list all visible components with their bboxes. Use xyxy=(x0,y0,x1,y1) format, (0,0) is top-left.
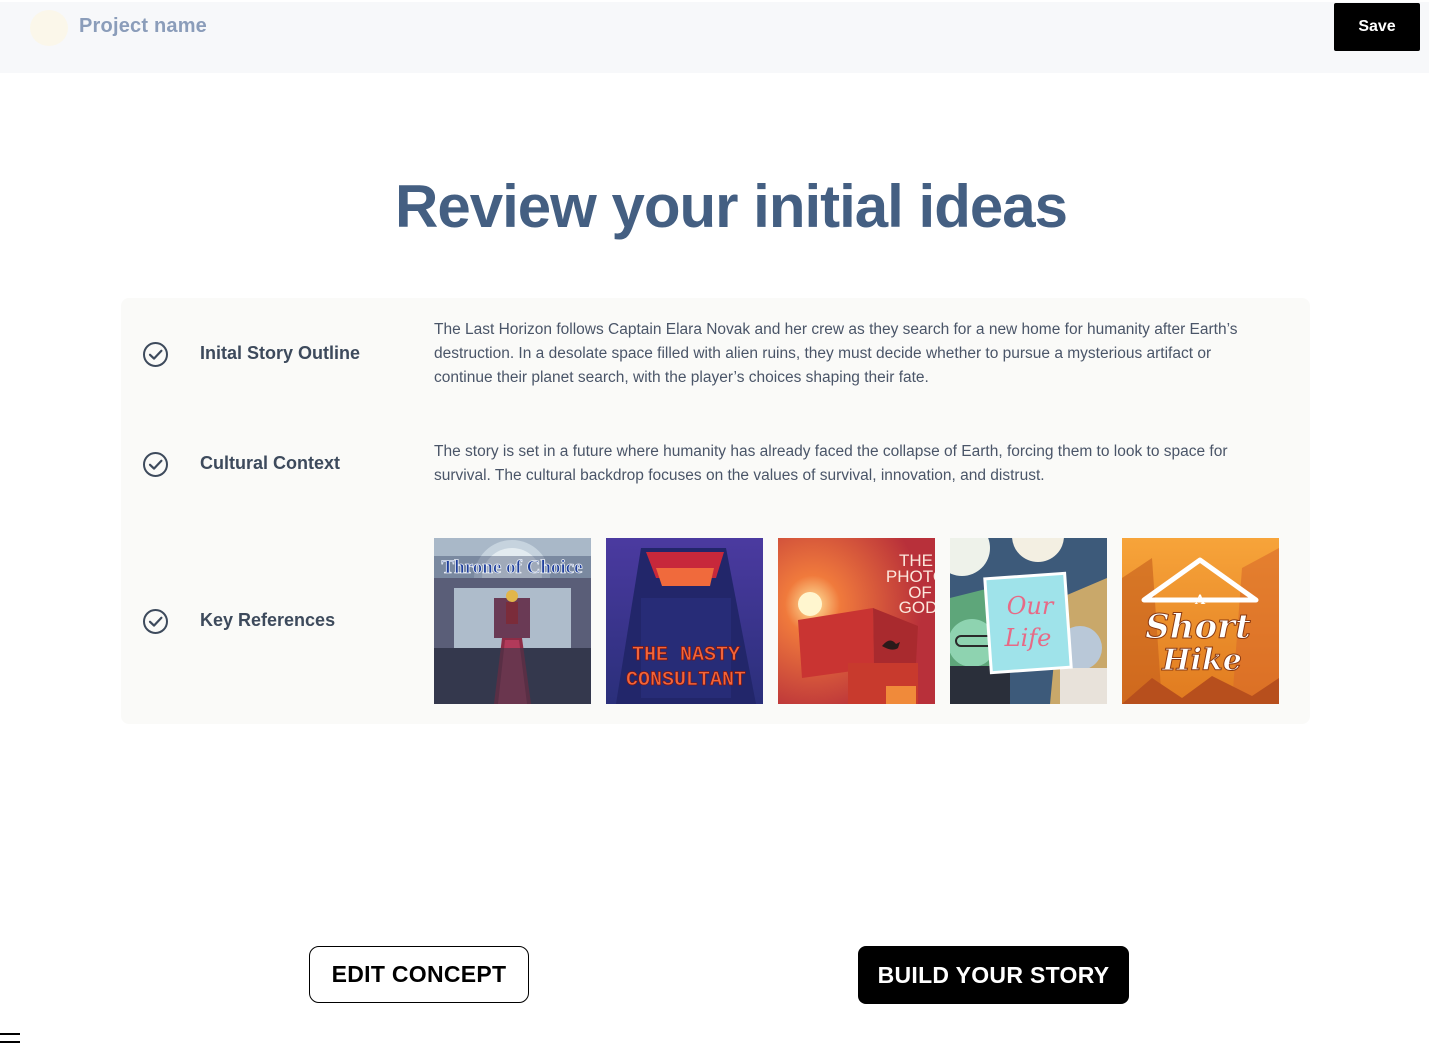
reference-thumbnail[interactable]: Our Life xyxy=(950,538,1107,704)
thumb-title-line4: GOD xyxy=(899,598,935,617)
thumb-title-line2: Short xyxy=(1145,607,1251,647)
our-life-cover: Our Life xyxy=(950,538,1107,704)
thumb-title-line1: THE NASTY xyxy=(632,644,740,667)
throne-of-choice-cover: Throne of Choice xyxy=(434,538,591,704)
reference-thumbnails: Throne of Choice THE NASTY CONSULTANT TH… xyxy=(434,538,1279,704)
nasty-consultant-cover: THE NASTY CONSULTANT xyxy=(606,538,763,704)
thumb-title-line1: Our xyxy=(1007,592,1055,620)
menu-icon[interactable] xyxy=(0,1030,20,1044)
thumb-title: Throne of Choice xyxy=(441,557,582,578)
edit-concept-button[interactable]: EDIT CONCEPT xyxy=(309,946,529,1003)
build-your-story-button[interactable]: BUILD YOUR STORY xyxy=(858,946,1129,1004)
row-label-key-references: Key References xyxy=(200,610,336,630)
thumb-title-line1: A xyxy=(1194,593,1206,608)
short-hike-cover: A Short Hike xyxy=(1122,538,1279,704)
thumb-title-line2: Life xyxy=(1004,624,1052,652)
check-circle-icon xyxy=(143,609,168,634)
photo-of-god-cover: THE PHOTO OF GOD xyxy=(778,538,935,704)
reference-thumbnail[interactable]: THE NASTY CONSULTANT xyxy=(606,538,763,704)
reference-thumbnail[interactable]: Throne of Choice xyxy=(434,538,591,704)
save-button[interactable]: Save xyxy=(1334,3,1420,51)
story-outline-text: The Last Horizon follows Captain Elara N… xyxy=(434,321,1238,386)
thumb-title-line2: CONSULTANT xyxy=(626,669,746,692)
project-name[interactable]: Project name xyxy=(79,15,207,38)
row-label-story-outline: Inital Story Outline xyxy=(200,343,361,363)
top-bar: Project name xyxy=(0,2,1429,73)
reference-thumbnail[interactable]: THE PHOTO OF GOD xyxy=(778,538,935,704)
cultural-context-text: The story is set in a future where human… xyxy=(434,443,1228,484)
project-logo xyxy=(30,10,68,46)
row-label-cultural-context: Cultural Context xyxy=(200,453,341,473)
check-circle-icon xyxy=(143,342,168,367)
thumb-title-line3: Hike xyxy=(1161,643,1242,678)
check-circle-icon xyxy=(143,452,168,477)
page-title: Review your initial ideas xyxy=(395,173,1068,240)
reference-thumbnail[interactable]: A Short Hike xyxy=(1122,538,1279,704)
